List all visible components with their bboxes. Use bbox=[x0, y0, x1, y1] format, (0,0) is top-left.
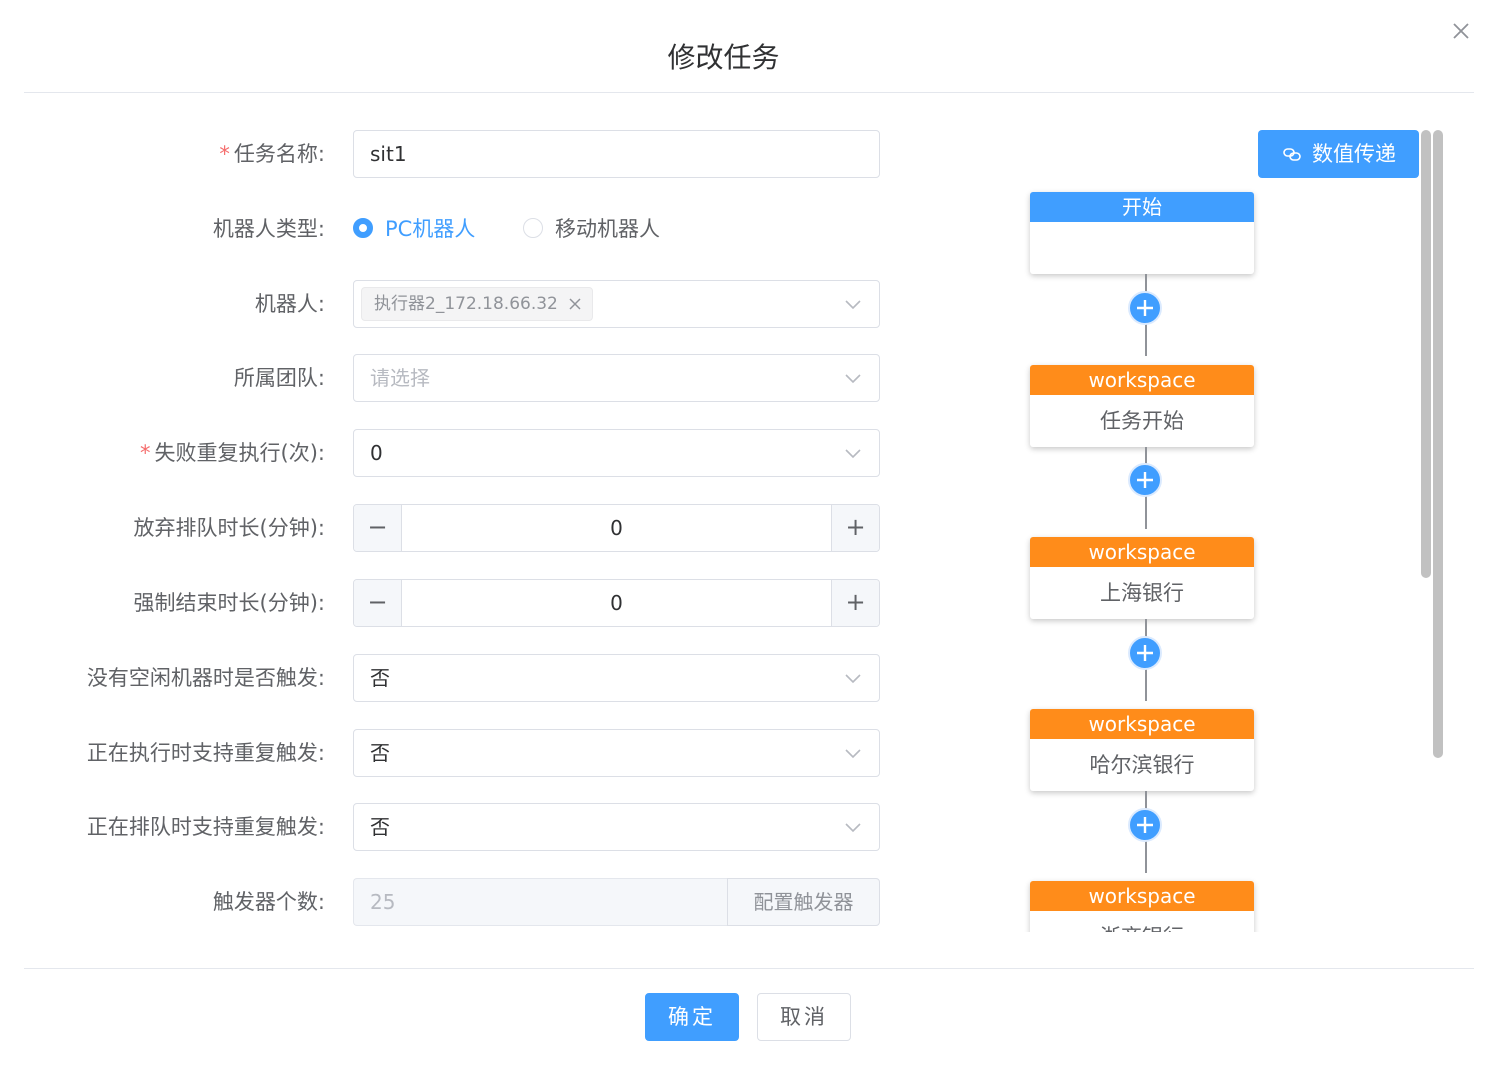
confirm-button[interactable]: 确定 bbox=[645, 993, 739, 1041]
robot-type-label: 机器人类型: bbox=[212, 217, 325, 241]
link-icon bbox=[1283, 148, 1301, 161]
chevron-down-icon bbox=[845, 823, 861, 833]
cancel-button[interactable]: 取消 bbox=[757, 993, 851, 1041]
add-step-icon[interactable] bbox=[1127, 635, 1163, 671]
robot-tag-label: 执行器2_172.18.66.32 bbox=[374, 294, 558, 314]
chevron-down-icon bbox=[845, 449, 861, 459]
chevron-down-icon bbox=[845, 674, 861, 684]
no-idle-trigger-label: 没有空闲机器时是否触发: bbox=[86, 666, 325, 690]
queue-timeout-stepper: − 0 + bbox=[353, 504, 880, 552]
form-row-task-name: * 任务名称: sit1 bbox=[0, 130, 900, 178]
flow-connector bbox=[1125, 447, 1165, 529]
flow-node-workspace[interactable]: workspace 任务开始 bbox=[1030, 365, 1254, 447]
chevron-down-icon bbox=[845, 374, 861, 384]
flow-node-workspace[interactable]: workspace 上海银行 bbox=[1030, 537, 1254, 619]
configure-trigger-button[interactable]: 配置触发器 bbox=[727, 878, 880, 926]
running-repeat-label: 正在执行时支持重复触发: bbox=[86, 741, 325, 765]
chevron-down-icon bbox=[845, 749, 861, 759]
task-name-input[interactable]: sit1 bbox=[353, 130, 880, 178]
radio-pc-robot-label: PC机器人 bbox=[385, 217, 476, 241]
flow-node-head: workspace bbox=[1030, 881, 1254, 911]
chevron-down-icon bbox=[845, 300, 861, 310]
retry-label: * 失败重复执行(次): bbox=[140, 441, 325, 465]
force-end-label: 强制结束时长(分钟): bbox=[133, 591, 325, 615]
footer-divider bbox=[24, 968, 1474, 969]
retry-select[interactable]: 0 bbox=[353, 429, 880, 477]
radio-mobile-robot-label: 移动机器人 bbox=[555, 217, 660, 241]
radio-dot-unchecked bbox=[523, 218, 543, 238]
flow-node-body bbox=[1030, 222, 1254, 274]
trigger-count-input: 25 bbox=[353, 878, 727, 926]
flow-node-body: 浙商银行 bbox=[1030, 911, 1254, 932]
robot-label: 机器人: bbox=[254, 292, 325, 316]
form-row-robot-type: 机器人类型: PC机器人 移动机器人 bbox=[0, 205, 900, 253]
task-name-value: sit1 bbox=[370, 142, 407, 166]
flow-node-body: 任务开始 bbox=[1100, 409, 1184, 433]
flow-node-head: workspace bbox=[1030, 365, 1254, 395]
decrement-button[interactable]: − bbox=[354, 505, 402, 551]
flow-node-workspace[interactable]: workspace 哈尔滨银行 bbox=[1030, 709, 1254, 791]
flow-node-head: workspace bbox=[1030, 537, 1254, 567]
form-row-force-end: 强制结束时长(分钟): − 0 + bbox=[0, 579, 900, 627]
form-row-queue-repeat: 正在排队时支持重复触发: 否 bbox=[0, 803, 900, 851]
form-row-trigger-count: 触发器个数: 25 配置触发器 bbox=[0, 878, 900, 926]
add-step-icon[interactable] bbox=[1127, 462, 1163, 498]
add-step-icon[interactable] bbox=[1127, 807, 1163, 843]
queue-repeat-select[interactable]: 否 bbox=[353, 803, 880, 851]
queue-repeat-value: 否 bbox=[370, 815, 390, 839]
task-name-label: * 任务名称: bbox=[219, 142, 325, 166]
flow-node-start[interactable]: 开始 bbox=[1030, 192, 1254, 274]
flow-node-workspace[interactable]: workspace 浙商银行 bbox=[1030, 881, 1254, 932]
trigger-count-value: 25 bbox=[370, 890, 396, 914]
flow-inner-scrollbar-thumb[interactable] bbox=[1421, 130, 1431, 578]
flow-scrollbar-thumb[interactable] bbox=[1433, 130, 1443, 758]
increment-button[interactable]: + bbox=[831, 505, 879, 551]
running-repeat-select[interactable]: 否 bbox=[353, 729, 880, 777]
value-pass-label: 数值传递 bbox=[1312, 142, 1396, 166]
form-row-robot: 机器人: 执行器2_172.18.66.32 bbox=[0, 280, 900, 328]
flow-node-head: 开始 bbox=[1030, 192, 1254, 222]
flow-connector bbox=[1125, 619, 1165, 701]
force-end-input[interactable]: 0 bbox=[402, 580, 831, 626]
no-idle-trigger-value: 否 bbox=[370, 666, 390, 690]
flow-canvas: 开始 workspace 任务开始 workspace 上海银行 workspa… bbox=[1010, 180, 1280, 932]
form-row-queue-timeout: 放弃排队时长(分钟): − 0 + bbox=[0, 504, 900, 552]
form-row-running-repeat: 正在执行时支持重复触发: 否 bbox=[0, 729, 900, 777]
flow-node-body: 哈尔滨银行 bbox=[1089, 753, 1195, 777]
trigger-count-label: 触发器个数: bbox=[212, 890, 325, 914]
header-divider bbox=[24, 92, 1474, 93]
increment-button[interactable]: + bbox=[831, 580, 879, 626]
queue-timeout-label: 放弃排队时长(分钟): bbox=[133, 516, 325, 540]
queue-timeout-input[interactable]: 0 bbox=[402, 505, 831, 551]
add-step-icon[interactable] bbox=[1127, 290, 1163, 326]
decrement-button[interactable]: − bbox=[354, 580, 402, 626]
value-pass-button[interactable]: 数值传递 bbox=[1258, 130, 1419, 178]
form-row-team: 所属团队: 请选择 bbox=[0, 354, 900, 402]
force-end-stepper: − 0 + bbox=[353, 579, 880, 627]
form-row-retry: * 失败重复执行(次): 0 bbox=[0, 429, 900, 477]
no-idle-trigger-select[interactable]: 否 bbox=[353, 654, 880, 702]
radio-dot-checked bbox=[353, 218, 373, 238]
flow-connector bbox=[1125, 791, 1165, 873]
robot-select[interactable]: 执行器2_172.18.66.32 bbox=[353, 280, 880, 328]
flow-node-head: workspace bbox=[1030, 709, 1254, 739]
flow-connector bbox=[1125, 274, 1165, 356]
form-row-no-idle-trigger: 没有空闲机器时是否触发: 否 bbox=[0, 654, 900, 702]
flow-node-body: 上海银行 bbox=[1100, 581, 1184, 605]
retry-value: 0 bbox=[370, 441, 383, 465]
queue-repeat-label: 正在排队时支持重复触发: bbox=[86, 815, 325, 839]
team-placeholder: 请选择 bbox=[370, 366, 430, 390]
tag-close-icon[interactable] bbox=[568, 297, 582, 311]
close-icon[interactable] bbox=[1450, 20, 1472, 42]
team-select[interactable]: 请选择 bbox=[353, 354, 880, 402]
running-repeat-value: 否 bbox=[370, 741, 390, 765]
dialog-title: 修改任务 bbox=[667, 41, 780, 74]
team-label: 所属团队: bbox=[233, 366, 325, 390]
robot-tag: 执行器2_172.18.66.32 bbox=[361, 287, 593, 321]
